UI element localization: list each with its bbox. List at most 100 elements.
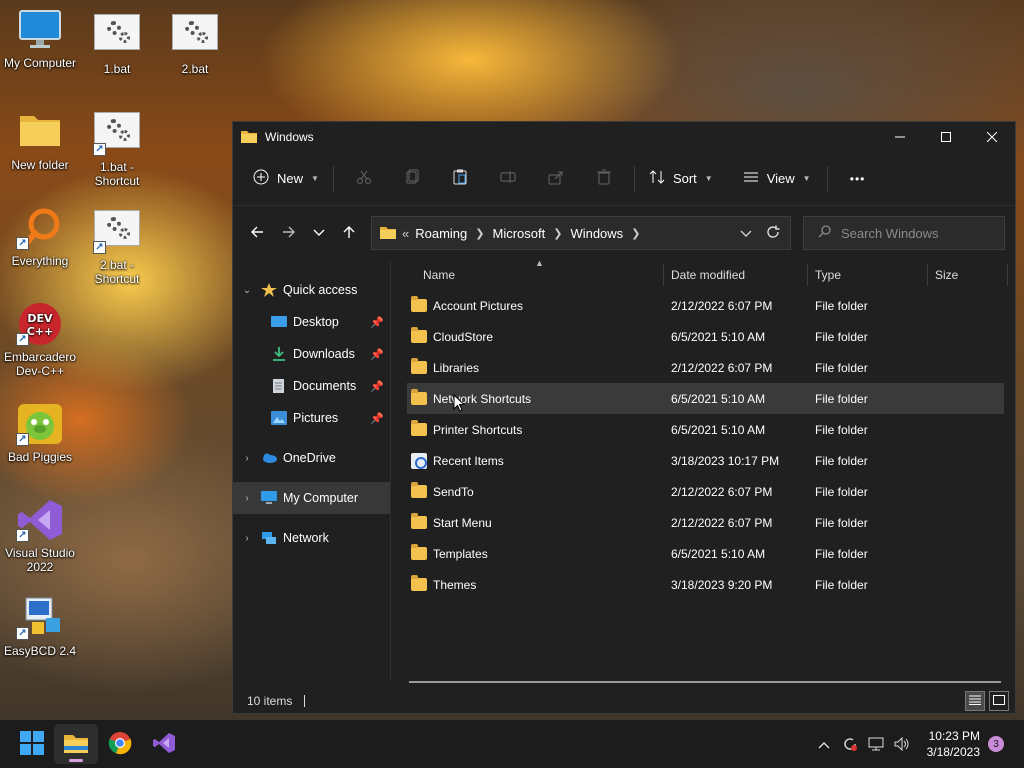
share-button[interactable]: [532, 163, 580, 195]
file-row[interactable]: Recent Items 3/18/2023 10:17 PM File fol…: [407, 445, 1004, 476]
desktop-icon-my-computer[interactable]: My Computer: [0, 8, 80, 70]
refresh-icon[interactable]: [766, 225, 780, 242]
file-name: Libraries: [433, 360, 480, 375]
chevron-right-icon[interactable]: ›: [233, 453, 261, 464]
maximize-button[interactable]: [923, 122, 969, 152]
nav-quick-access[interactable]: ⌄ Quick access: [233, 274, 390, 306]
chevron-right-icon[interactable]: ❯: [553, 227, 562, 240]
show-hidden-icons-button[interactable]: [811, 720, 837, 768]
horizontal-scrollbar[interactable]: [409, 681, 1001, 683]
start-button[interactable]: [10, 724, 54, 764]
desktop-icon-1-bat[interactable]: 1.bat: [77, 14, 157, 76]
nav-my-computer[interactable]: › My Computer: [233, 482, 390, 514]
file-type: File folder: [815, 329, 868, 344]
monitor-icon: [16, 8, 64, 52]
nav-desktop[interactable]: Desktop 📌: [233, 306, 390, 338]
breadcrumb-windows[interactable]: Windows: [570, 226, 623, 241]
file-row[interactable]: Printer Shortcuts 6/5/2021 5:10 AM File …: [407, 414, 1004, 445]
column-header-type[interactable]: Type: [815, 260, 927, 290]
tiles-view-button[interactable]: [989, 691, 1009, 711]
shortcut-arrow-icon: ↗: [16, 627, 29, 640]
file-row[interactable]: CloudStore 6/5/2021 5:10 AM File folder: [407, 321, 1004, 352]
folder-icon: [411, 389, 427, 405]
breadcrumb-microsoft[interactable]: Microsoft: [492, 226, 545, 241]
desktop-icon-2-bat[interactable]: 2.bat: [155, 14, 235, 76]
forward-button[interactable]: [273, 217, 305, 249]
desktop-icon-easybcd[interactable]: ↗ EasyBCD 2.4: [0, 596, 80, 658]
column-divider[interactable]: [927, 264, 928, 286]
folder-icon: [241, 129, 257, 146]
close-button[interactable]: [969, 122, 1015, 152]
volume-icon[interactable]: [889, 720, 915, 768]
sync-status-icon[interactable]: [837, 720, 863, 768]
notification-badge[interactable]: 3: [988, 736, 1004, 752]
nav-onedrive[interactable]: › OneDrive: [233, 442, 390, 474]
rename-button[interactable]: [484, 163, 532, 195]
desktop-icon-bad-piggies[interactable]: ↗ Bad Piggies: [0, 402, 80, 464]
paste-button[interactable]: [436, 163, 484, 195]
pin-icon: 📌: [370, 380, 384, 393]
new-button[interactable]: New ▼: [245, 163, 327, 195]
copy-button[interactable]: [388, 163, 436, 195]
more-options-button[interactable]: •••: [834, 163, 882, 195]
view-button[interactable]: View ▼: [735, 163, 819, 195]
taskbar-visual-studio[interactable]: [142, 724, 186, 764]
column-divider[interactable]: [807, 264, 808, 286]
file-row[interactable]: SendTo 2/12/2022 6:07 PM File folder: [407, 476, 1004, 507]
desktop-icon-everything[interactable]: ↗ Everything: [0, 206, 80, 268]
desktop-icon-label: New folder: [11, 158, 69, 172]
recent-locations-button[interactable]: [305, 217, 333, 249]
title-bar[interactable]: Windows: [233, 122, 1015, 152]
clipboard-icon: [452, 169, 468, 188]
desktop-icon-1-bat-shortcut[interactable]: ↗ 1.bat - Shortcut: [77, 112, 157, 188]
file-row[interactable]: Account Pictures 2/12/2022 6:07 PM File …: [407, 290, 1004, 321]
column-divider[interactable]: [663, 264, 664, 286]
up-button[interactable]: [333, 217, 365, 249]
file-type: File folder: [815, 546, 868, 561]
minimize-button[interactable]: [877, 122, 923, 152]
sort-button[interactable]: Sort ▼: [641, 163, 721, 195]
desktop-icon-dev-cpp[interactable]: DEV C++ ↗ Embarcadero Dev-C++: [0, 302, 80, 378]
file-row[interactable]: Templates 6/5/2021 5:10 AM File folder: [407, 538, 1004, 569]
desktop-icon-label: Bad Piggies: [7, 450, 73, 464]
breadcrumb-overflow[interactable]: «: [402, 226, 409, 241]
chevron-right-icon[interactable]: ›: [233, 493, 261, 504]
column-header-size[interactable]: Size: [935, 260, 1005, 290]
desktop-icon-2-bat-shortcut[interactable]: ↗ 2.bat - Shortcut: [77, 210, 157, 286]
chevron-right-icon[interactable]: ❯: [631, 227, 640, 240]
nav-network[interactable]: › Network: [233, 522, 390, 554]
taskbar-file-explorer[interactable]: [54, 724, 98, 764]
desktop-icon-visual-studio[interactable]: ↗ Visual Studio 2022: [0, 498, 80, 574]
file-row[interactable]: Start Menu 2/12/2022 6:07 PM File folder: [407, 507, 1004, 538]
address-bar[interactable]: « Roaming ❯ Microsoft ❯ Windows ❯: [371, 216, 791, 250]
nav-pictures[interactable]: Pictures 📌: [233, 402, 390, 434]
folder-icon: [411, 544, 427, 560]
delete-button[interactable]: [580, 163, 628, 195]
file-name: Account Pictures: [433, 298, 524, 313]
nav-documents[interactable]: Documents 📌: [233, 370, 390, 402]
cut-button[interactable]: [340, 163, 388, 195]
clock[interactable]: 10:23 PM 3/18/2023: [927, 728, 980, 760]
chevron-right-icon[interactable]: ❯: [475, 227, 484, 240]
explorer-window[interactable]: Windows New ▼ Sort ▼ View ▼ ••• « Roamin…: [232, 121, 1016, 714]
taskbar-chrome[interactable]: [98, 724, 142, 764]
new-label: New: [277, 171, 304, 186]
column-header-date[interactable]: Date modified: [671, 260, 807, 290]
desktop-icon-label: 1.bat - Shortcut: [94, 160, 140, 188]
search-input[interactable]: Search Windows: [803, 216, 1005, 250]
chevron-right-icon[interactable]: ›: [233, 533, 261, 544]
file-row[interactable]: Themes 3/18/2023 9:20 PM File folder: [407, 569, 1004, 600]
column-header-name[interactable]: Name: [423, 260, 663, 290]
file-row-hovered[interactable]: Network Shortcuts 6/5/2021 5:10 AM File …: [407, 383, 1004, 414]
address-dropdown-button[interactable]: [740, 226, 752, 241]
chevron-down-icon[interactable]: ⌄: [233, 285, 261, 296]
star-icon: [261, 283, 277, 297]
details-view-button[interactable]: [965, 691, 985, 711]
column-divider[interactable]: [1007, 264, 1008, 286]
desktop-icon-new-folder[interactable]: New folder: [0, 110, 80, 172]
nav-downloads[interactable]: Downloads 📌: [233, 338, 390, 370]
file-row[interactable]: Libraries 2/12/2022 6:07 PM File folder: [407, 352, 1004, 383]
back-button[interactable]: [241, 217, 273, 249]
network-status-icon[interactable]: [863, 720, 889, 768]
breadcrumb-roaming[interactable]: Roaming: [415, 226, 467, 241]
